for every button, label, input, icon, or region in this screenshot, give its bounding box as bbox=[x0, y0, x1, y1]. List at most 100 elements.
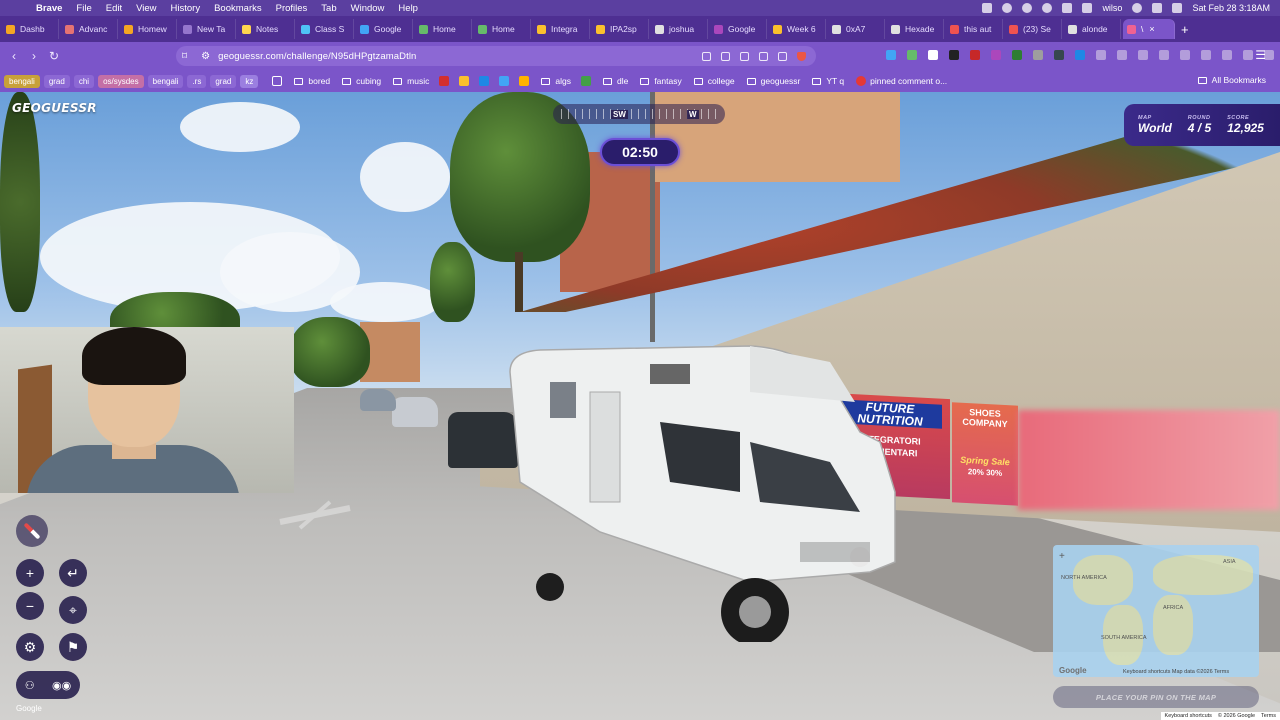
leo-icon[interactable] bbox=[1201, 50, 1211, 60]
extension-icon[interactable] bbox=[1138, 50, 1148, 60]
menubar-user[interactable]: wilso bbox=[1102, 3, 1122, 13]
menu-view[interactable]: View bbox=[136, 3, 156, 14]
extension-icon[interactable] bbox=[970, 50, 980, 60]
bookmark-pinned-comment[interactable]: pinned comment o... bbox=[856, 76, 947, 86]
bookmark-favicon-icon[interactable] bbox=[519, 76, 530, 86]
reload-icon[interactable]: ↻ bbox=[44, 49, 64, 63]
browser-tab[interactable]: Home bbox=[415, 19, 472, 39]
url-text[interactable]: geoguessr.com/challenge/N95dHPgtzamaDtln bbox=[218, 51, 416, 62]
bookmark-folder[interactable]: cubing bbox=[342, 76, 381, 86]
return-to-start-icon[interactable]: ⌖ bbox=[59, 596, 87, 624]
terms-link[interactable]: Terms bbox=[1261, 713, 1276, 719]
extension-icon[interactable] bbox=[886, 50, 896, 60]
bookmark-folder[interactable]: fantasy bbox=[640, 76, 682, 86]
browser-tab[interactable]: Google bbox=[356, 19, 413, 39]
extension-icon[interactable] bbox=[1075, 50, 1085, 60]
bookmark-folder[interactable]: music bbox=[393, 76, 429, 86]
menu-help[interactable]: Help bbox=[398, 3, 418, 14]
browser-tab[interactable]: joshua bbox=[651, 19, 708, 39]
bookmark-favicon-icon[interactable] bbox=[459, 76, 470, 86]
browser-tab[interactable]: Integra bbox=[533, 19, 590, 39]
bookmark-folder[interactable]: dle bbox=[602, 76, 628, 86]
bookmark-tag[interactable]: .rs bbox=[187, 74, 207, 88]
search-icon[interactable] bbox=[1152, 3, 1163, 13]
extension-icon[interactable] bbox=[907, 50, 917, 60]
settings-icon[interactable]: ⚙ bbox=[16, 633, 44, 661]
extension-icon[interactable] bbox=[1012, 50, 1022, 60]
site-settings-icon[interactable]: ⚙ bbox=[201, 51, 210, 62]
mute-icon[interactable] bbox=[721, 51, 730, 61]
browser-tab[interactable]: Home bbox=[474, 19, 531, 39]
apps-grid-icon[interactable] bbox=[272, 76, 283, 86]
music-icon[interactable] bbox=[1180, 50, 1190, 60]
status-app-icon[interactable] bbox=[1002, 3, 1013, 13]
menu-tab[interactable]: Tab bbox=[321, 3, 336, 14]
browser-menu-icon[interactable]: ☰ bbox=[1255, 48, 1266, 62]
bookmark-folder[interactable]: college bbox=[693, 76, 735, 86]
menu-bookmarks[interactable]: Bookmarks bbox=[214, 3, 262, 14]
share-icon[interactable] bbox=[778, 51, 787, 61]
control-center-icon[interactable] bbox=[1172, 3, 1183, 13]
undo-move-icon[interactable]: ↵ bbox=[59, 559, 87, 587]
zoom-out-icon[interactable]: − bbox=[16, 592, 44, 620]
extension-icon[interactable] bbox=[949, 50, 959, 60]
extension-icon[interactable] bbox=[928, 50, 938, 60]
bookmark-tag[interactable]: bengali bbox=[147, 74, 184, 88]
bookmark-favicon-icon[interactable] bbox=[499, 76, 510, 86]
brave-shield-icon[interactable] bbox=[797, 51, 806, 61]
browser-tab[interactable]: Homew bbox=[120, 19, 177, 39]
browser-tab[interactable]: Hexade bbox=[887, 19, 944, 39]
browser-tab[interactable]: Google bbox=[710, 19, 767, 39]
extension-icon[interactable] bbox=[1054, 50, 1064, 60]
guess-minimap[interactable]: + AFRICA SOUTH AMERICA NORTH AMERICA ASI… bbox=[1053, 545, 1259, 677]
bookmark-tag[interactable]: os/sysdes bbox=[98, 74, 144, 88]
flag-icon[interactable]: ⚑ bbox=[59, 633, 87, 661]
address-bar[interactable]: ⌑ ⚙ geoguessr.com/challenge/N95dHPgtzama… bbox=[176, 46, 816, 66]
menu-profiles[interactable]: Profiles bbox=[276, 3, 308, 14]
browser-tab[interactable]: 0xA7 bbox=[828, 19, 885, 39]
browser-tab[interactable]: Notes bbox=[238, 19, 295, 39]
menu-history[interactable]: History bbox=[171, 3, 201, 14]
status-app-icon[interactable] bbox=[1042, 3, 1053, 13]
back-icon[interactable]: ‹ bbox=[4, 49, 24, 63]
wifi-icon[interactable] bbox=[1132, 3, 1143, 13]
bookmark-tag[interactable]: grad bbox=[43, 74, 70, 88]
browser-tab[interactable]: alonde bbox=[1064, 19, 1121, 39]
menubar-clock[interactable]: Sat Feb 28 3:18AM bbox=[1192, 3, 1270, 13]
browser-tab[interactable]: Advanc bbox=[61, 19, 118, 39]
wallet-icon[interactable] bbox=[1243, 50, 1253, 60]
bookmark-tag[interactable]: grad bbox=[210, 74, 237, 88]
bookmark-favicon-icon[interactable] bbox=[439, 76, 450, 86]
compass-icon[interactable] bbox=[16, 515, 48, 547]
bookmark-favicon-icon[interactable] bbox=[479, 76, 490, 86]
browser-tab[interactable]: Class S bbox=[297, 19, 354, 39]
keyboard-shortcuts-link[interactable]: Keyboard shortcuts bbox=[1165, 713, 1212, 719]
bookmark-folder[interactable]: bored bbox=[294, 76, 330, 86]
browser-tab[interactable]: New Ta bbox=[179, 19, 236, 39]
new-tab-icon[interactable]: + bbox=[1181, 22, 1189, 37]
browser-tab[interactable]: Dashb bbox=[2, 19, 59, 39]
screen-icon[interactable] bbox=[759, 51, 768, 61]
browser-tab[interactable]: (23) Se bbox=[1005, 19, 1062, 39]
place-pin-button[interactable]: PLACE YOUR PIN ON THE MAP bbox=[1053, 686, 1259, 708]
zoom-icon[interactable] bbox=[740, 51, 749, 61]
bookmark-icon[interactable]: ⌑ bbox=[182, 51, 187, 62]
bookmark-folder[interactable]: algs bbox=[541, 76, 571, 86]
extension-icon[interactable] bbox=[991, 50, 1001, 60]
download-icon[interactable] bbox=[1159, 50, 1169, 60]
bookmark-tag[interactable]: chi bbox=[73, 74, 95, 88]
browser-tab[interactable]: \ × bbox=[1123, 19, 1175, 39]
all-bookmarks-button[interactable]: All Bookmarks bbox=[1197, 75, 1266, 85]
bookmark-folder[interactable]: YT q bbox=[812, 76, 844, 86]
browser-tab[interactable]: this aut bbox=[946, 19, 1003, 39]
bookmark-favicon-icon[interactable] bbox=[580, 76, 591, 86]
geoguessr-logo[interactable]: GEOGUESSR bbox=[12, 101, 97, 115]
extensions-puzzle-icon[interactable] bbox=[1096, 50, 1106, 60]
bluetooth-icon[interactable] bbox=[1062, 3, 1073, 13]
status-app-icon[interactable] bbox=[982, 3, 993, 13]
battery-icon[interactable] bbox=[1082, 3, 1093, 13]
menu-window[interactable]: Window bbox=[351, 3, 385, 14]
players-button[interactable]: ⚇ ◉◉ bbox=[16, 671, 80, 699]
browser-tab[interactable]: IPA2sp bbox=[592, 19, 649, 39]
zoom-in-icon[interactable]: + bbox=[16, 559, 44, 587]
